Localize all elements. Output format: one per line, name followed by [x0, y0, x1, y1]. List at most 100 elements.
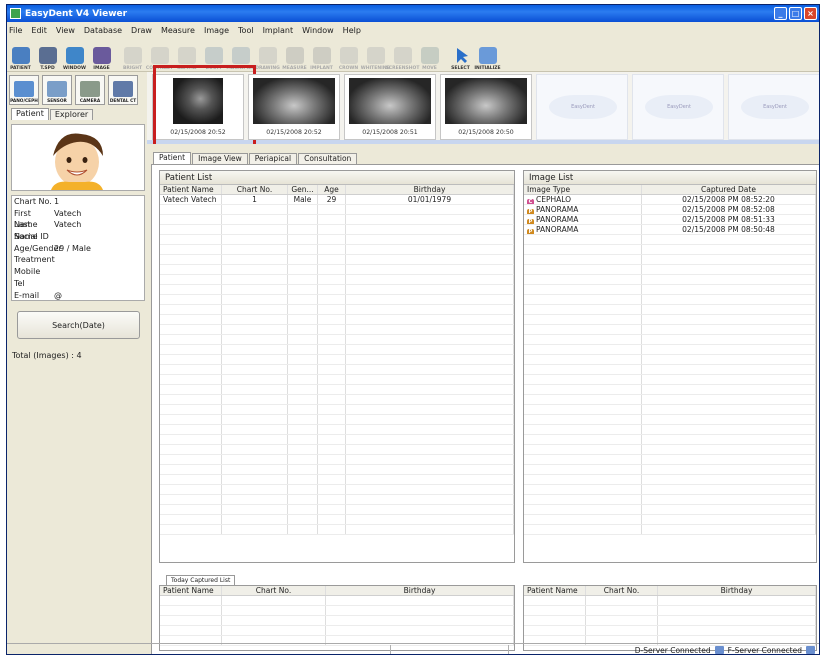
thumbnail-image: [253, 78, 335, 124]
modality-sensor-button[interactable]: SENSOR: [42, 75, 72, 105]
toolbar-image-button[interactable]: IMAGE: [88, 39, 115, 71]
column-header[interactable]: Birthday: [658, 586, 816, 595]
column-header[interactable]: Birthday: [326, 586, 514, 595]
toolbar-implant-button[interactable]: IMPLANT: [308, 39, 335, 71]
column-header[interactable]: Patient Name: [160, 185, 222, 194]
toolbar-move-button[interactable]: MOVE: [416, 39, 443, 71]
image-list-panel: Image List Image Type Captured Date C CEPHA…: [523, 170, 817, 563]
grid-cell: [524, 435, 642, 444]
grid-cell: [160, 245, 222, 254]
minimize-button[interactable]: _: [774, 7, 787, 20]
grid-cell: [222, 335, 288, 344]
tab-explorer[interactable]: Explorer: [49, 109, 94, 120]
image-thumbnail[interactable]: EasyDent: [536, 74, 628, 140]
menu-file[interactable]: File: [9, 26, 22, 35]
column-header[interactable]: Chart No.: [222, 586, 326, 595]
grid-cell: [642, 505, 816, 514]
image-thumbnail[interactable]: 02/15/2008 20:50: [440, 74, 532, 140]
grid-cell: [288, 525, 318, 534]
patient-info-row: Tel: [12, 278, 144, 290]
toolbar-zoom-button[interactable]: ZOOM: [200, 39, 227, 71]
menu-window[interactable]: Window: [302, 26, 334, 35]
tab-patient[interactable]: Patient: [11, 108, 49, 120]
menu-database[interactable]: Database: [84, 26, 122, 35]
menu-tool[interactable]: Tool: [238, 26, 254, 35]
menu-draw[interactable]: Draw: [131, 26, 152, 35]
maximize-button[interactable]: □: [789, 7, 802, 20]
toolbar-initialize-button[interactable]: INITIALIZE: [474, 39, 501, 71]
grid-cell: [222, 235, 288, 244]
empty-row: [524, 455, 816, 465]
tab-image-view[interactable]: Image View: [192, 153, 248, 164]
image-thumbnail[interactable]: EasyDent: [632, 74, 724, 140]
grid-cell: [524, 285, 642, 294]
column-header[interactable]: Patient Name: [160, 586, 222, 595]
modality-camera-button[interactable]: CAMERA: [75, 75, 105, 105]
empty-row: [524, 315, 816, 325]
image-thumbnail[interactable]: 02/15/2008 20:52: [248, 74, 340, 140]
column-header[interactable]: Gen...: [288, 185, 318, 194]
close-button[interactable]: ×: [804, 7, 817, 20]
toolbar-t.spd-button[interactable]: T.SPD: [34, 39, 61, 71]
toolbar-drawing-button[interactable]: DRAWING: [254, 39, 281, 71]
grid-cell: [222, 255, 288, 264]
table-row[interactable]: P PANORAMA 02/15/2008 PM 08:51:33: [524, 215, 816, 225]
table-row[interactable]: Vatech Vatech 1 Male 29 01/01/1979: [160, 195, 514, 205]
tab-periapical[interactable]: Periapical: [248, 153, 298, 164]
empty-row: [160, 275, 514, 285]
modality-pano-ceph-button[interactable]: PANO/CEPH: [9, 75, 39, 105]
toolbar-screenshot-button[interactable]: SCREENSHOT: [386, 39, 419, 71]
grid-cell: [318, 405, 346, 414]
column-header[interactable]: Captured Date: [642, 185, 816, 194]
empty-row: [160, 245, 514, 255]
menu-image[interactable]: Image: [204, 26, 229, 35]
column-header[interactable]: Birthday: [346, 185, 514, 194]
menu-help[interactable]: Help: [343, 26, 361, 35]
window-icon: [65, 47, 84, 64]
column-header[interactable]: Image Type: [524, 185, 642, 194]
grid-cell: [318, 465, 346, 474]
toolbar-measure-button[interactable]: MEASURE: [281, 39, 308, 71]
toolbar-crown-button[interactable]: CROWN: [335, 39, 362, 71]
grid-cell: [222, 395, 288, 404]
toolbar-magnifier-button[interactable]: MAGNIFIER: [226, 39, 255, 71]
column-header[interactable]: Age: [318, 185, 346, 194]
toolbar-label: MEASURE: [282, 66, 307, 71]
table-row[interactable]: P PANORAMA 02/15/2008 PM 08:50:48: [524, 225, 816, 235]
info-value: 1: [54, 197, 60, 206]
grid-cell: [288, 495, 318, 504]
grid-cell: [288, 245, 318, 254]
search-date-button[interactable]: Search(Date): [17, 311, 140, 339]
image-thumbnail[interactable]: 02/15/2008 20:51: [344, 74, 436, 140]
grid-cell: [318, 255, 346, 264]
empty-row: [524, 415, 816, 425]
grid-cell: [288, 475, 318, 484]
column-header[interactable]: Chart No.: [586, 586, 658, 595]
status-bar: D-Server Connected F-Server Connected: [7, 643, 819, 654]
table-row[interactable]: P PANORAMA 02/15/2008 PM 08:52:08: [524, 205, 816, 215]
info-value: Vatech: [54, 220, 82, 230]
menu-view[interactable]: View: [56, 26, 75, 35]
table-row[interactable]: C CEPHALO 02/15/2008 PM 08:52:20: [524, 195, 816, 205]
column-header[interactable]: Chart No.: [222, 185, 288, 194]
today-captured-tab[interactable]: Today Captured List: [166, 575, 236, 585]
modality-dental-ct-button[interactable]: DENTAL CT: [108, 75, 138, 105]
toolbar-gamma-button[interactable]: GAMMA: [173, 39, 200, 71]
menu-implant[interactable]: Implant: [263, 26, 294, 35]
toolbar-label: T.SPD: [40, 66, 55, 71]
column-header[interactable]: Patient Name: [524, 586, 586, 595]
sensor-icon: [47, 81, 67, 97]
toolbar-patient-button[interactable]: PATIENT: [7, 39, 34, 71]
tab-consultation[interactable]: Consultation: [298, 153, 358, 164]
toolbar-contrast-button[interactable]: CONTRAST: [146, 39, 173, 71]
image-thumbnail[interactable]: EasyDent: [728, 74, 819, 140]
image-thumbnail[interactable]: 02/15/2008 20:52: [152, 65, 256, 148]
menu-edit[interactable]: Edit: [31, 26, 47, 35]
crown-icon: [339, 47, 358, 64]
toolbar-bright-button[interactable]: BRIGHT: [119, 39, 146, 71]
toolbar-window-button[interactable]: WINDOW: [61, 39, 88, 71]
toolbar-select-button[interactable]: SELECT: [447, 39, 474, 71]
tab-patient-main[interactable]: Patient: [153, 152, 192, 164]
grid-cell: [586, 616, 658, 625]
menu-measure[interactable]: Measure: [161, 26, 195, 35]
